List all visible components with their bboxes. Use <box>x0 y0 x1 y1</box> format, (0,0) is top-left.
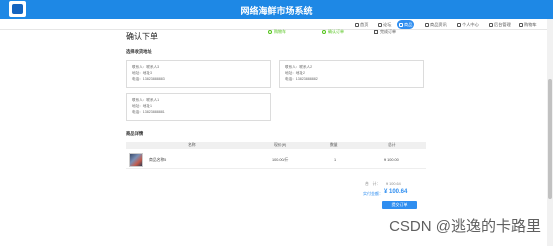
products-section-title: 商品详情 <box>126 131 144 136</box>
grand-total-label: 实付金额： <box>363 191 383 196</box>
address-card[interactable]: 联系人：联系人1 地址：地址1 电话：13823888881 <box>126 93 271 121</box>
nav-item-cart[interactable]: 购物车 <box>517 20 539 29</box>
products-table-header: 名称 现价(¥) 数量 总计 <box>126 142 426 149</box>
nav-label: 首页 <box>360 22 369 27</box>
column-header-price: 现价(¥) <box>274 143 287 147</box>
product-price: 100.00/斤 <box>272 158 289 162</box>
address-phone: 电话：13823888882 <box>285 77 318 81</box>
submit-order-button[interactable]: 提交订单 <box>382 201 417 209</box>
nav-item-profile[interactable]: 个人中心 <box>455 20 481 29</box>
address-card[interactable]: 联系人：联系人3 地址：地址3 电话：13823888883 <box>126 60 271 88</box>
nav-item-home[interactable]: 首页 <box>353 20 370 29</box>
cart-icon <box>519 22 523 27</box>
news-icon <box>425 22 429 27</box>
forum-icon <box>378 22 382 27</box>
product-name[interactable]: 商品名称5 <box>149 158 166 163</box>
step-label: 确认订单 <box>328 29 344 34</box>
nav-label: 论坛 <box>383 22 392 27</box>
column-header-total: 总计 <box>388 143 396 147</box>
nav-label: 个人中心 <box>462 22 479 27</box>
check-circle-icon <box>268 29 272 34</box>
nav-label: 商品资讯 <box>430 22 447 27</box>
nav-label: 后台管理 <box>494 22 511 27</box>
check-circle-icon <box>322 29 326 34</box>
subtotal-value: ¥ 100.64 <box>386 182 401 186</box>
top-header: 网络海鲜市场系统 <box>0 0 553 19</box>
step-complete: 完成订单 <box>374 28 396 36</box>
page-scrollbar[interactable] <box>547 19 553 246</box>
step-cart: 购物车 <box>268 28 286 36</box>
step-label: 购物车 <box>274 29 286 34</box>
column-header-qty: 数量 <box>330 143 338 147</box>
user-icon <box>457 22 461 27</box>
nav-label: 商品 <box>404 22 413 27</box>
address-phone: 电话：13823888881 <box>132 110 165 114</box>
address-phone: 电话：13823888883 <box>132 77 165 81</box>
subtotal-label: 合 计： <box>365 182 381 186</box>
square-icon <box>374 29 378 34</box>
table-row: 商品名称5 100.00/斤 1 ¥ 100.00 <box>126 151 426 169</box>
page-title: 确认下单 <box>126 32 158 41</box>
nav-item-admin[interactable]: 后台管理 <box>487 20 513 29</box>
site-title: 网络海鲜市场系统 <box>240 6 313 16</box>
product-icon <box>399 22 403 27</box>
column-header-name: 名称 <box>188 143 196 147</box>
nav-item-news[interactable]: 商品资讯 <box>423 20 449 29</box>
csdn-watermark: CSDN @逃逸的卡路里 <box>389 218 541 235</box>
grand-total-value: ¥ 100.64 <box>384 189 408 195</box>
nav-label: 购物车 <box>524 22 537 27</box>
product-total: ¥ 100.00 <box>384 158 399 162</box>
address-card[interactable]: 联系人：联系人2 地址：地址2 电话：13823888882 <box>279 60 424 88</box>
step-label: 完成订单 <box>380 29 396 34</box>
step-confirm: 确认订单 <box>322 28 344 36</box>
nav-item-products[interactable]: 商品 <box>397 20 415 29</box>
scrollbar-thumb[interactable] <box>548 79 552 199</box>
admin-icon <box>489 22 493 27</box>
address-section-title: 选择收货地址 <box>126 49 152 54</box>
product-qty: 1 <box>334 158 337 162</box>
home-icon <box>355 22 359 27</box>
product-image[interactable] <box>129 153 143 167</box>
